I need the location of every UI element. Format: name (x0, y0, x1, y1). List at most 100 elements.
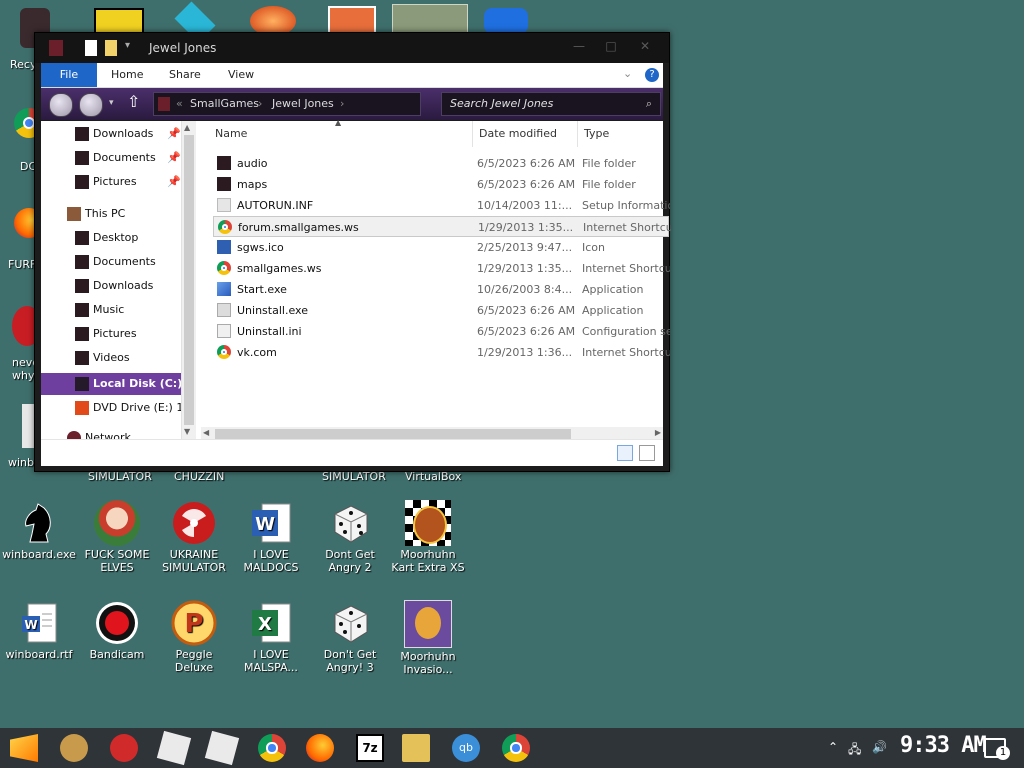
nav-item-desktop[interactable]: Desktop (41, 227, 181, 249)
chevron-up-icon[interactable]: ⌃ (828, 740, 838, 754)
file-row[interactable]: maps 6/5/2023 6:26 AM File folder (213, 174, 669, 195)
desktop-icon-moorhuhn-invasion[interactable]: Moorhuhn Invasio... (390, 600, 466, 676)
nav-item-this-pc[interactable]: This PC (41, 203, 181, 225)
forward-button[interactable] (79, 93, 103, 117)
desktop-icon-label: winboard.rtf (5, 648, 73, 661)
desktop-icon-winboard-rtf[interactable]: W winboard.rtf (1, 600, 77, 661)
title-bar[interactable]: ▾ Jewel Jones — □ ✕ (35, 33, 669, 63)
nav-item-network[interactable]: Network (41, 427, 181, 439)
desktop-icon-peggle-deluxe[interactable]: P Peggle Deluxe (156, 600, 232, 674)
search-input[interactable]: Search Jewel Jones ⌕ (441, 92, 661, 116)
nav-item-local-disk[interactable]: Local Disk (C:) (41, 373, 182, 395)
desktop-partial-never-why[interactable]: neve why (12, 356, 39, 382)
scroll-thumb[interactable] (184, 135, 194, 425)
desktop-partial-winb[interactable]: winb (8, 456, 34, 469)
inf-file-icon (217, 198, 231, 212)
mascot-icon[interactable] (110, 734, 138, 762)
file-row[interactable]: Uninstall.ini 6/5/2023 6:26 AM Configura… (213, 321, 670, 342)
file-date: 6/5/2023 6:26 AM (477, 304, 576, 317)
details-view-icon[interactable] (617, 445, 633, 461)
file-list-pane[interactable]: Name ▲ Date modified Type audio 6/5/2023… (201, 118, 671, 439)
breadcrumb-jewel-jones[interactable]: Jewel Jones (272, 93, 334, 115)
chevron-down-icon[interactable]: ▾ (125, 40, 135, 56)
file-row[interactable]: Start.exe 10/26/2003 8:4... Application (213, 279, 669, 300)
nav-item-dvd-drive[interactable]: DVD Drive (E:) 1€ (41, 397, 190, 419)
tab-home[interactable]: Home (111, 63, 143, 87)
column-header-type[interactable]: Type (578, 121, 668, 147)
large-icons-view-icon[interactable] (639, 445, 655, 461)
scroll-thumb[interactable] (215, 429, 571, 439)
address-bar[interactable]: « SmallGames › Jewel Jones › (153, 92, 421, 116)
computer-icon (67, 207, 81, 221)
desktop-icon-i-love-malspa[interactable]: X I LOVE MALSPA... (233, 600, 309, 674)
navigation-pane[interactable]: Downloads 📌 Documents 📌 Pictures 📌 This … (41, 121, 197, 439)
firefox-icon[interactable] (306, 734, 334, 762)
help-icon[interactable]: ? (645, 68, 659, 82)
nav-item-pictures[interactable]: Pictures (41, 323, 181, 345)
desktop-icon-winboard-exe[interactable]: winboard.exe (1, 500, 77, 561)
desktop-icon-fuck-some-elves[interactable]: FUCK SOME ELVES (79, 500, 155, 574)
nav-item-downloads-quick[interactable]: Downloads 📌 (41, 123, 181, 145)
new-folder-icon[interactable] (105, 40, 117, 56)
nav-item-documents[interactable]: Documents (41, 251, 181, 273)
maximize-button[interactable]: □ (597, 39, 625, 55)
chrome-icon[interactable] (502, 734, 530, 762)
tab-share[interactable]: Share (169, 63, 201, 87)
folder-icon[interactable] (402, 734, 430, 762)
breadcrumb-smallgames[interactable]: SmallGames (190, 93, 259, 115)
volume-icon[interactable]: 🔊 (872, 740, 887, 754)
desktop-icon-ukraine-simulator[interactable]: UKRAINE SIMULATOR (156, 500, 232, 574)
tab-view[interactable]: View (228, 63, 254, 87)
recent-locations-icon[interactable]: ▾ (109, 98, 114, 108)
file-row[interactable]: Uninstall.exe 6/5/2023 6:26 AM Applicati… (213, 300, 669, 321)
breadcrumb-chevron[interactable]: › (340, 93, 344, 115)
qbittorrent-icon[interactable]: qb (452, 734, 480, 762)
start-icon[interactable] (10, 734, 38, 762)
desktop-icon-dont-get-angry-2[interactable]: Dont Get Angry 2 (312, 500, 388, 574)
desktop-icon-bandicam[interactable]: Bandicam (79, 600, 155, 661)
taskbar: 7z qb ⌃ 🖧 🔊 1 (0, 728, 1024, 768)
scroll-up-arrow[interactable]: ▲ (184, 123, 190, 132)
window-title: Jewel Jones (149, 41, 217, 55)
properties-icon[interactable] (85, 40, 97, 56)
tab-file[interactable]: File (41, 63, 97, 87)
minimize-button[interactable]: — (565, 39, 593, 55)
file-row[interactable]: vk.com 1/29/2013 1:36... Internet Shortc… (213, 342, 670, 363)
back-button[interactable] (49, 93, 73, 117)
nav-item-music[interactable]: Music (41, 299, 181, 321)
nav-item-pictures-quick[interactable]: Pictures 📌 (41, 171, 181, 193)
camera-app-icon-top[interactable] (484, 8, 528, 34)
desktop-icon-dont-get-angry-3[interactable]: Don't Get Angry! 3 (312, 600, 388, 674)
chevron-down-icon[interactable]: ⌄ (623, 67, 632, 80)
network-icon[interactable]: 🖧 (848, 740, 861, 761)
address-toolbar: ▾ ⇧ « SmallGames › Jewel Jones › Search … (41, 88, 663, 120)
file-row-selected[interactable]: forum.smallgames.ws 1/29/2013 1:35... In… (213, 216, 671, 237)
scroll-right-arrow[interactable]: ▶ (655, 428, 661, 437)
nav-item-documents-quick[interactable]: Documents 📌 (41, 147, 181, 169)
file-row[interactable]: sgws.ico 2/25/2013 9:47... Icon (213, 237, 669, 258)
column-header-date[interactable]: Date modified (473, 121, 578, 147)
game-icon[interactable] (60, 734, 88, 762)
navigation-scrollbar[interactable]: ▲ ▼ (181, 121, 196, 439)
desktop-icon-moorhuhn-kart[interactable]: Moorhuhn Kart Extra XS (390, 500, 466, 574)
notification-icon[interactable]: 1 (984, 738, 1010, 760)
up-arrow-icon[interactable]: ⇧ (127, 92, 140, 111)
ribbon-tabs: File Home Share View ⌄ ? (41, 63, 663, 88)
7zip-icon[interactable]: 7z (356, 734, 384, 762)
file-row[interactable]: AUTORUN.INF 10/14/2003 11:... Setup Info… (213, 195, 670, 216)
scroll-left-arrow[interactable]: ◀ (203, 428, 209, 437)
dice-icon[interactable] (204, 730, 240, 766)
dice-icon[interactable] (156, 730, 192, 766)
file-row[interactable]: audio 6/5/2023 6:26 AM File folder (213, 153, 669, 174)
nav-item-videos[interactable]: Videos (41, 347, 181, 369)
close-button[interactable]: ✕ (631, 39, 659, 55)
taskbar-clock[interactable]: 9:33 AM (900, 733, 987, 758)
file-row[interactable]: smallgames.ws 1/29/2013 1:35... Internet… (213, 258, 670, 279)
explorer-window[interactable]: ▾ Jewel Jones — □ ✕ File Home Share View… (34, 32, 671, 472)
desktop-partial-recycle[interactable]: Recy (10, 58, 36, 71)
desktop-partial-furf[interactable]: FURF (8, 258, 36, 271)
chrome-icon[interactable] (258, 734, 286, 762)
desktop-icon-i-love-maldocs[interactable]: W I LOVE MALDOCS (233, 500, 309, 574)
nav-item-downloads[interactable]: Downloads (41, 275, 181, 297)
scroll-down-arrow[interactable]: ▼ (184, 427, 190, 436)
